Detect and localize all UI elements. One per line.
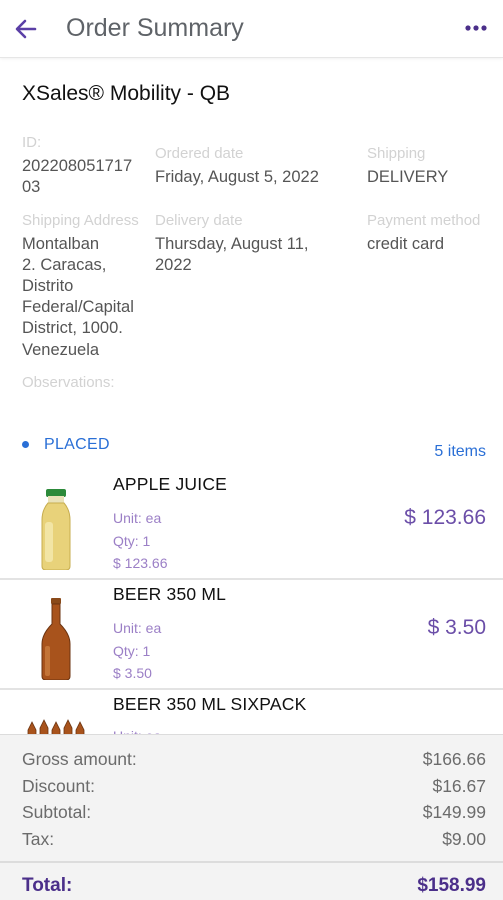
item-line-price: $ 3.50 [113, 665, 152, 681]
delivery-date-line2: 2022 [155, 256, 192, 274]
discount-row: Discount: $16.67 [22, 776, 486, 800]
status-dot-icon [22, 441, 29, 448]
app-bar: Order Summary [0, 0, 503, 58]
item-price: $ 123.66 [404, 506, 486, 529]
gross-amount-label: Gross amount: [22, 749, 137, 769]
shipping-address-line: Distrito [22, 277, 74, 295]
shipping-address-line: Federal/Capital [22, 298, 134, 316]
juice-bottle-icon [41, 489, 71, 570]
order-id-line2: 03 [22, 178, 41, 196]
item-unit: Unit: ea [113, 510, 162, 526]
ordered-date-value: Friday, August 5, 2022 [155, 168, 319, 186]
ordered-date-label: Ordered date [155, 145, 244, 162]
item-unit: Unit: ea [113, 620, 162, 636]
delivery-date-line1: Thursday, August 11, [155, 235, 309, 253]
discount-label: Discount: [22, 776, 95, 796]
order-status: PLACED [44, 436, 110, 453]
tax-value: $9.00 [442, 829, 486, 849]
total-label: Total: [22, 875, 73, 896]
more-options-icon[interactable] [463, 14, 489, 42]
back-arrow-icon[interactable] [10, 12, 42, 46]
company-name: XSales® Mobility - QB [22, 82, 231, 105]
items-count[interactable]: 5 items [434, 443, 486, 461]
shipping-address-line: Montalban [22, 235, 100, 253]
shipping-value: DELIVERY [367, 168, 449, 186]
tax-row: Tax: $9.00 [22, 829, 486, 853]
item-line-price: $ 123.66 [113, 555, 168, 571]
shipping-label: Shipping [367, 145, 426, 162]
shipping-address-line: Venezuela [22, 341, 100, 359]
item-qty: Qty: 1 [113, 533, 151, 549]
tax-label: Tax: [22, 829, 55, 849]
order-item-row[interactable]: BEER 350 ML Unit: ea Qty: 1 $ 3.50 $ 3.5… [0, 580, 503, 690]
subtotal-row: Subtotal: $149.99 [22, 802, 486, 826]
shipping-address-line: District, 1000. [22, 319, 123, 337]
order-id-line1: 202208051717 [22, 157, 133, 175]
item-name: BEER 350 ML SIXPACK [113, 694, 307, 714]
shipping-address-label: Shipping Address [22, 212, 139, 229]
subtotal-label: Subtotal: [22, 802, 92, 822]
page-title: Order Summary [66, 14, 244, 42]
totals-divider [0, 861, 503, 863]
totals-panel: Gross amount: $166.66 Discount: $16.67 S… [0, 734, 503, 900]
item-name: BEER 350 ML [113, 584, 227, 604]
subtotal-value: $149.99 [422, 802, 486, 822]
observations-label: Observations: [22, 374, 115, 391]
discount-value: $16.67 [432, 776, 486, 796]
shipping-address-line: 2. Caracas, [22, 256, 107, 274]
gross-amount-value: $166.66 [422, 749, 486, 769]
payment-method-value: credit card [367, 235, 445, 253]
item-qty: Qty: 1 [113, 643, 151, 659]
item-name: APPLE JUICE [113, 474, 228, 494]
id-label: ID: [22, 134, 42, 151]
delivery-date-label: Delivery date [155, 212, 243, 229]
payment-method-label: Payment method [367, 212, 481, 229]
gross-amount-row: Gross amount: $166.66 [22, 749, 486, 773]
order-item-row[interactable]: APPLE JUICE Unit: ea Qty: 1 $ 123.66 $ 1… [0, 470, 503, 580]
beer-bottle-icon [41, 598, 71, 680]
item-price: $ 3.50 [427, 616, 486, 639]
total-value: $158.99 [417, 875, 486, 896]
